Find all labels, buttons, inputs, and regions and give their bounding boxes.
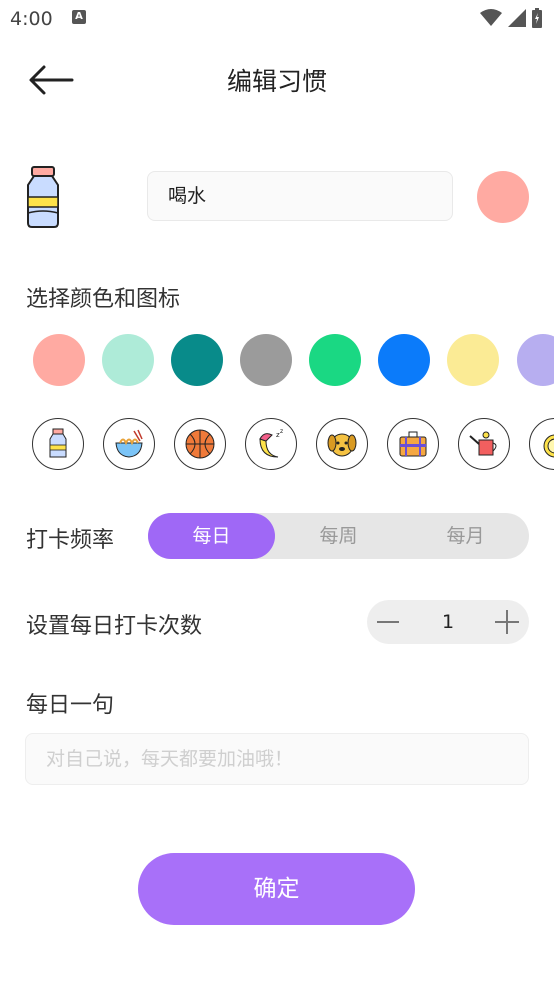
page-title: 编辑习惯 [226,67,327,96]
minus-icon[interactable] [367,600,411,644]
basketball-icon[interactable] [174,418,226,470]
daily-times-label: 设置每日打卡次数 [26,614,203,639]
habit-name-input[interactable]: 喝水 [147,171,453,221]
color-swatch[interactable] [378,334,430,386]
dog-icon[interactable] [316,418,368,470]
confirm-button[interactable]: 确定 [138,853,415,925]
frequency-label: 打卡频率 [26,528,115,553]
frequency-segmented-control: 每日 每周 每月 [148,513,529,559]
water-bottle-icon[interactable] [32,418,84,470]
times-stepper: 1 [367,600,529,644]
color-swatch[interactable] [447,334,499,386]
signal-icon [508,9,526,27]
icon-options: zz [32,418,554,474]
color-swatch[interactable] [171,334,223,386]
frequency-daily-option[interactable]: 每日 [148,513,275,559]
color-icon-label: 选择颜色和图标 [26,287,181,312]
noodle-bowl-icon[interactable] [103,418,155,470]
status-icons [480,8,542,28]
status-time: 4:00 [10,8,53,30]
color-swatch[interactable] [240,334,292,386]
color-swatch[interactable] [33,334,85,386]
briefcase-icon[interactable] [387,418,439,470]
sleeping-moon-icon[interactable]: zz [245,418,297,470]
color-options [33,334,554,388]
plus-icon[interactable] [485,600,529,644]
notification-a-icon: A [72,10,86,24]
selected-color-swatch[interactable] [477,171,529,223]
motto-label: 每日一句 [26,693,115,718]
lemon-icon[interactable] [529,418,554,470]
watering-can-icon[interactable] [458,418,510,470]
wifi-icon [480,9,502,26]
motto-input[interactable]: 对自己说，每天都要加油哦！ [25,733,529,785]
color-swatch[interactable] [102,334,154,386]
color-swatch[interactable] [517,334,554,386]
svg-text:z: z [280,428,283,435]
frequency-monthly-option[interactable]: 每月 [402,513,529,559]
battery-icon [532,8,542,28]
water-bottle-icon [22,165,64,229]
times-value: 1 [441,611,455,633]
frequency-weekly-option[interactable]: 每周 [275,513,402,559]
color-swatch[interactable] [309,334,361,386]
